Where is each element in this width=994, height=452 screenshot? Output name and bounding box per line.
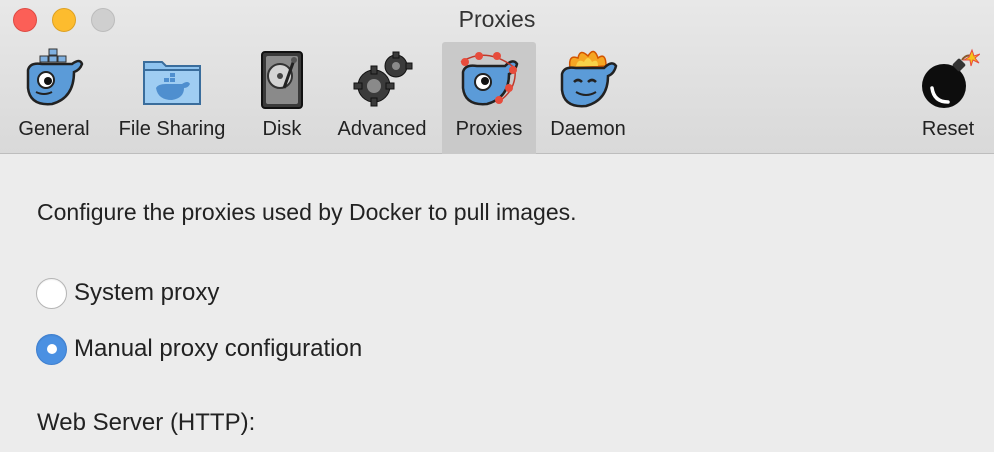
whale-network-icon bbox=[460, 52, 519, 106]
system-proxy-option[interactable]: System proxy bbox=[36, 277, 219, 309]
whale-fire-icon bbox=[560, 50, 618, 108]
bomb-icon bbox=[922, 48, 980, 108]
tab-label: Reset bbox=[921, 118, 975, 140]
tab-reset[interactable]: Reset bbox=[908, 42, 988, 154]
toolbar: Proxies General File Sharing Disk Advanc… bbox=[0, 0, 994, 154]
gears-icon bbox=[353, 51, 413, 107]
manual-proxy-option[interactable]: Manual proxy configuration bbox=[36, 333, 362, 365]
tab-disk[interactable]: Disk bbox=[242, 42, 322, 154]
tab-proxies[interactable]: Proxies bbox=[442, 42, 536, 154]
system-proxy-radio[interactable] bbox=[36, 277, 67, 309]
tab-daemon[interactable]: Daemon bbox=[538, 42, 638, 154]
tab-label: Proxies bbox=[455, 118, 523, 140]
system-proxy-label: System proxy bbox=[74, 279, 220, 306]
tab-label: Daemon bbox=[550, 118, 626, 140]
manual-proxy-label: Manual proxy configuration bbox=[74, 335, 363, 362]
tab-general[interactable]: General bbox=[6, 42, 102, 154]
tab-label: Disk bbox=[262, 118, 302, 140]
tab-advanced[interactable]: Advanced bbox=[324, 42, 440, 154]
radio-selected-dot bbox=[46, 344, 57, 354]
hard-disk-icon bbox=[261, 51, 303, 109]
tab-label: Advanced bbox=[337, 118, 427, 140]
window-title: Proxies bbox=[458, 6, 536, 32]
proxies-description: Configure the proxies used by Docker to … bbox=[37, 199, 577, 225]
manual-proxy-radio[interactable] bbox=[36, 333, 67, 365]
whale-icon bbox=[26, 48, 84, 106]
proxies-panel: Configure the proxies used by Docker to … bbox=[0, 155, 994, 452]
tab-file-sharing[interactable]: File Sharing bbox=[104, 42, 240, 154]
folder-whale-icon bbox=[143, 61, 201, 105]
tab-label: General bbox=[18, 118, 90, 140]
tab-label: File Sharing bbox=[118, 118, 226, 140]
web-server-label: Web Server (HTTP): bbox=[37, 409, 256, 436]
